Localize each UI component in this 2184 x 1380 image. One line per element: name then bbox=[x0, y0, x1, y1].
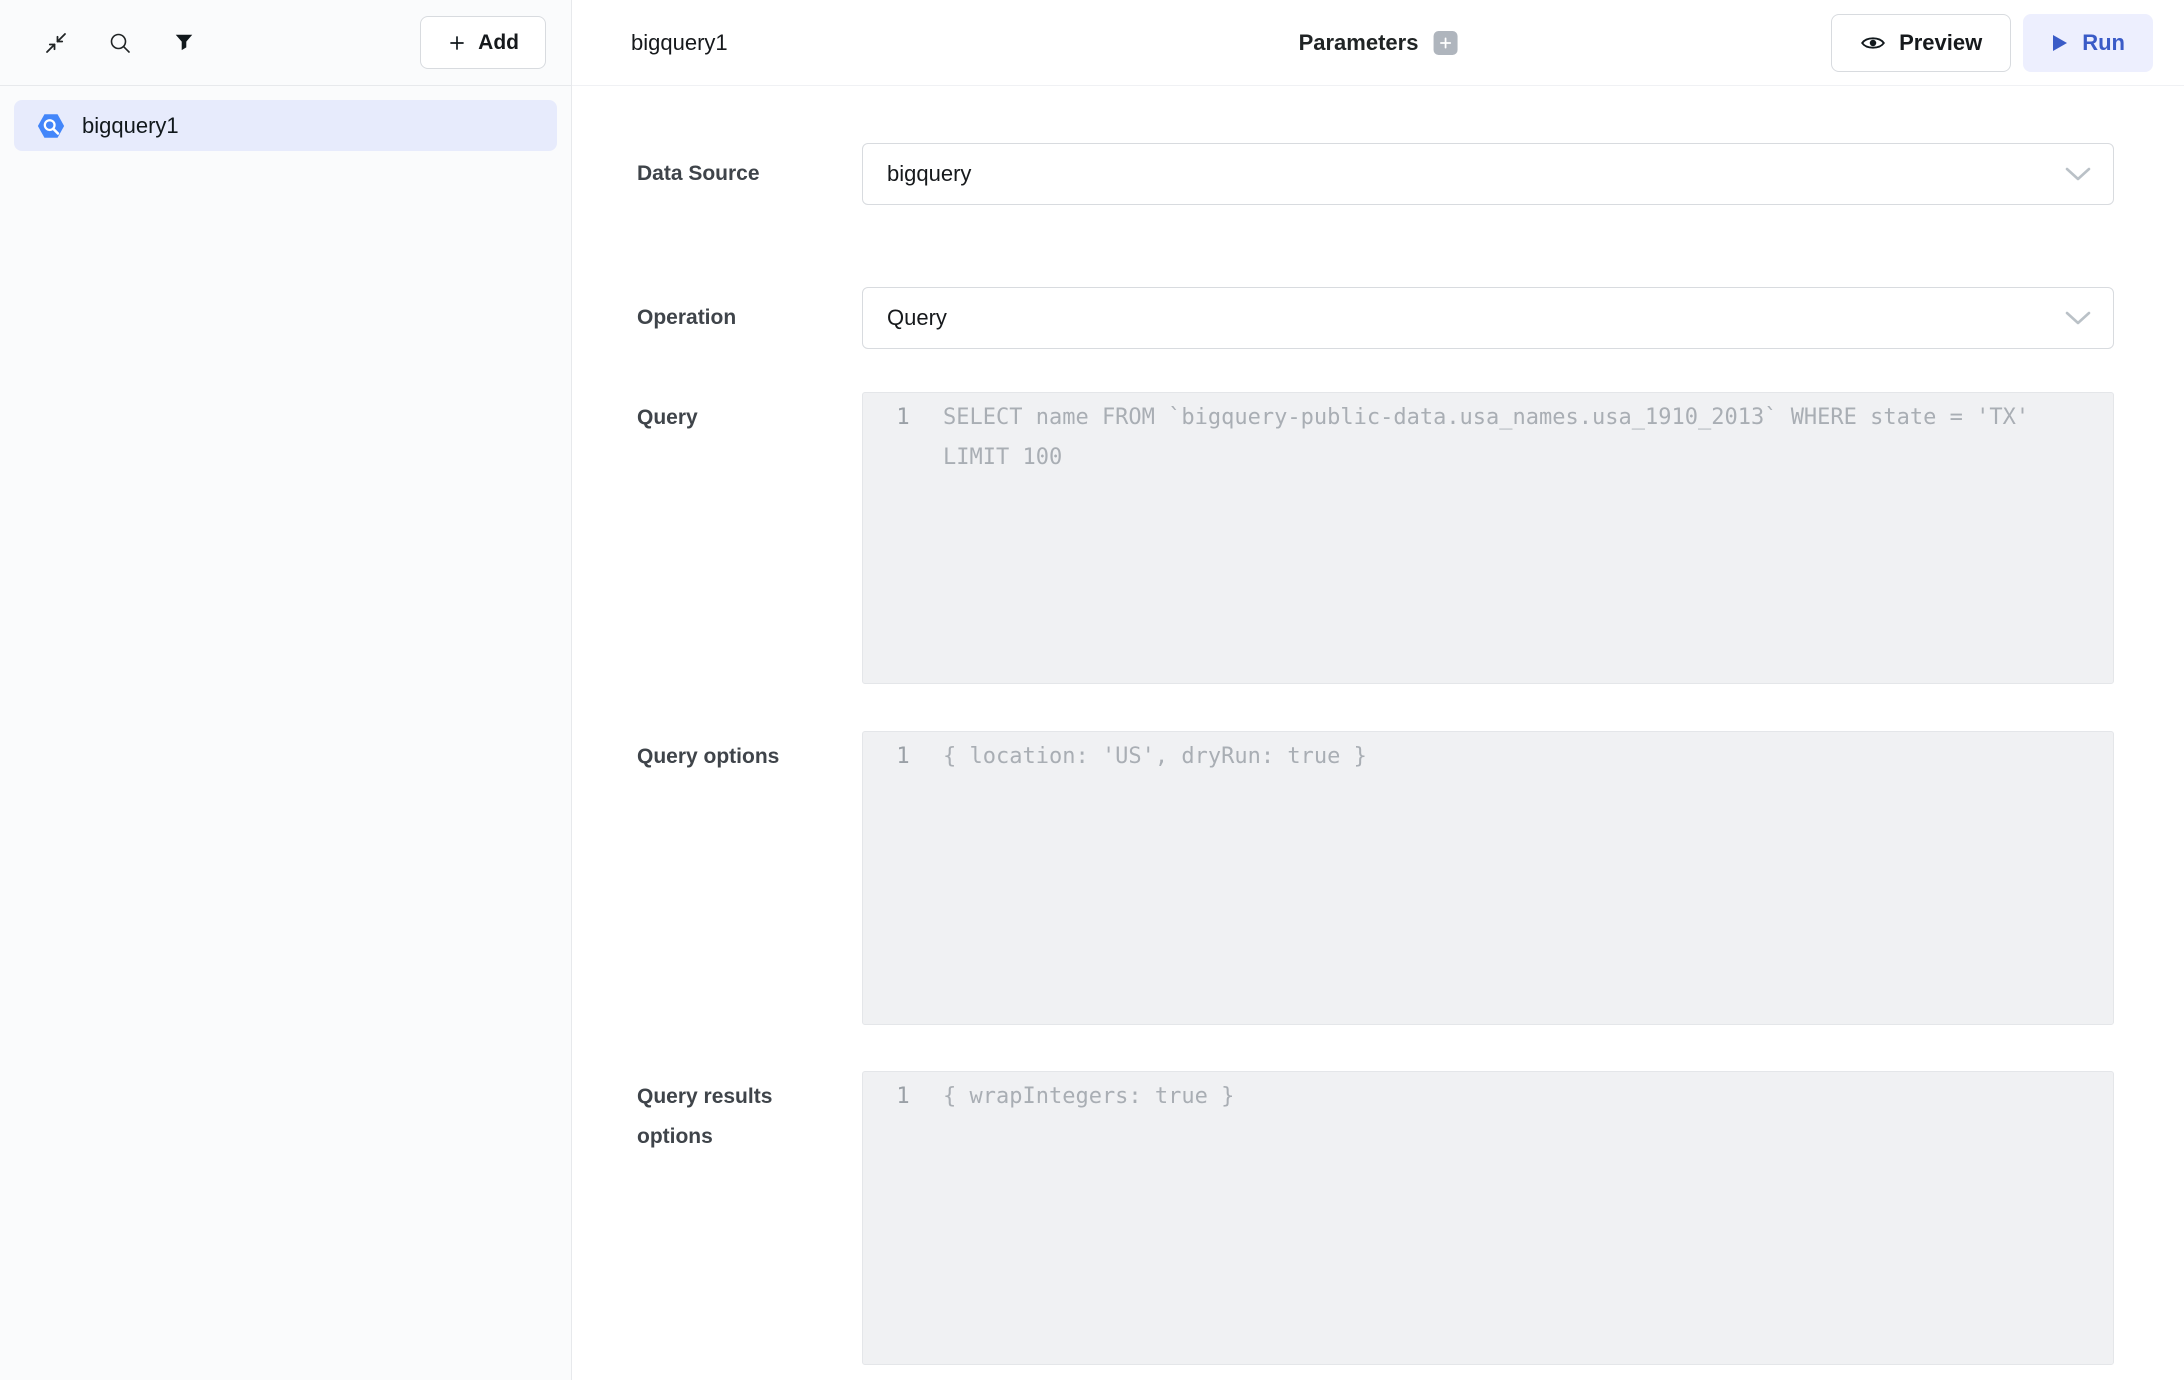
preview-button-label: Preview bbox=[1899, 30, 1982, 56]
bigquery-icon bbox=[36, 111, 66, 141]
preview-button[interactable]: Preview bbox=[1831, 14, 2011, 72]
main-header: bigquery1 Parameters Preview bbox=[572, 0, 2184, 86]
operation-row: Operation Query bbox=[637, 287, 2114, 349]
query-options-placeholder: { location: 'US', dryRun: true } bbox=[943, 737, 2113, 777]
query-results-options-label: Query results options bbox=[637, 1071, 862, 1157]
line-number: 1 bbox=[863, 737, 943, 777]
sidebar: Add bigquery1 bbox=[0, 0, 572, 1380]
query-options-row: Query options 1 { location: 'US', dryRun… bbox=[637, 731, 2114, 1025]
sidebar-item-label: bigquery1 bbox=[82, 113, 179, 139]
query-list: bigquery1 bbox=[0, 86, 571, 165]
query-row: Query 1 SELECT name FROM `bigquery-publi… bbox=[637, 392, 2114, 684]
play-icon bbox=[2051, 33, 2069, 53]
filter-icon[interactable] bbox=[164, 23, 204, 63]
data-source-row: Data Source bigquery bbox=[637, 143, 2114, 205]
page-title: bigquery1 bbox=[631, 30, 728, 56]
query-results-options-row: Query results options 1 { wrapIntegers: … bbox=[637, 1071, 2114, 1365]
query-options-label: Query options bbox=[637, 731, 862, 777]
collapse-icon[interactable] bbox=[36, 23, 76, 63]
add-parameter-button[interactable] bbox=[1433, 31, 1457, 55]
query-placeholder: SELECT name FROM `bigquery-public-data.u… bbox=[943, 398, 2113, 478]
operation-label: Operation bbox=[637, 306, 862, 330]
header-actions: Preview Run bbox=[1831, 14, 2153, 72]
data-source-select[interactable]: bigquery bbox=[862, 143, 2114, 205]
data-source-value: bigquery bbox=[887, 161, 971, 187]
query-code-editor[interactable]: 1 SELECT name FROM `bigquery-public-data… bbox=[862, 392, 2114, 684]
main-panel: bigquery1 Parameters Preview bbox=[572, 0, 2184, 1380]
search-icon[interactable] bbox=[100, 23, 140, 63]
add-button[interactable]: Add bbox=[420, 16, 546, 69]
query-label: Query bbox=[637, 392, 862, 438]
operation-value: Query bbox=[887, 305, 947, 331]
eye-icon bbox=[1860, 34, 1886, 52]
sidebar-header: Add bbox=[0, 0, 571, 86]
data-source-label: Data Source bbox=[637, 162, 862, 186]
chevron-down-icon bbox=[2065, 167, 2091, 182]
line-number: 1 bbox=[863, 398, 943, 438]
chevron-down-icon bbox=[2065, 311, 2091, 326]
plus-icon bbox=[447, 33, 467, 53]
query-results-options-placeholder: { wrapIntegers: true } bbox=[943, 1077, 2113, 1117]
query-form: Data Source bigquery Operation Query bbox=[572, 86, 2184, 1380]
parameters-label: Parameters bbox=[1299, 30, 1419, 56]
run-button[interactable]: Run bbox=[2023, 14, 2153, 72]
line-number: 1 bbox=[863, 1077, 943, 1117]
sidebar-item-bigquery1[interactable]: bigquery1 bbox=[14, 100, 557, 151]
run-button-label: Run bbox=[2082, 30, 2125, 56]
query-options-code-editor[interactable]: 1 { location: 'US', dryRun: true } bbox=[862, 731, 2114, 1025]
query-results-options-code-editor[interactable]: 1 { wrapIntegers: true } bbox=[862, 1071, 2114, 1365]
parameters-group: Parameters bbox=[1299, 30, 1458, 56]
add-button-label: Add bbox=[478, 31, 519, 55]
operation-select[interactable]: Query bbox=[862, 287, 2114, 349]
